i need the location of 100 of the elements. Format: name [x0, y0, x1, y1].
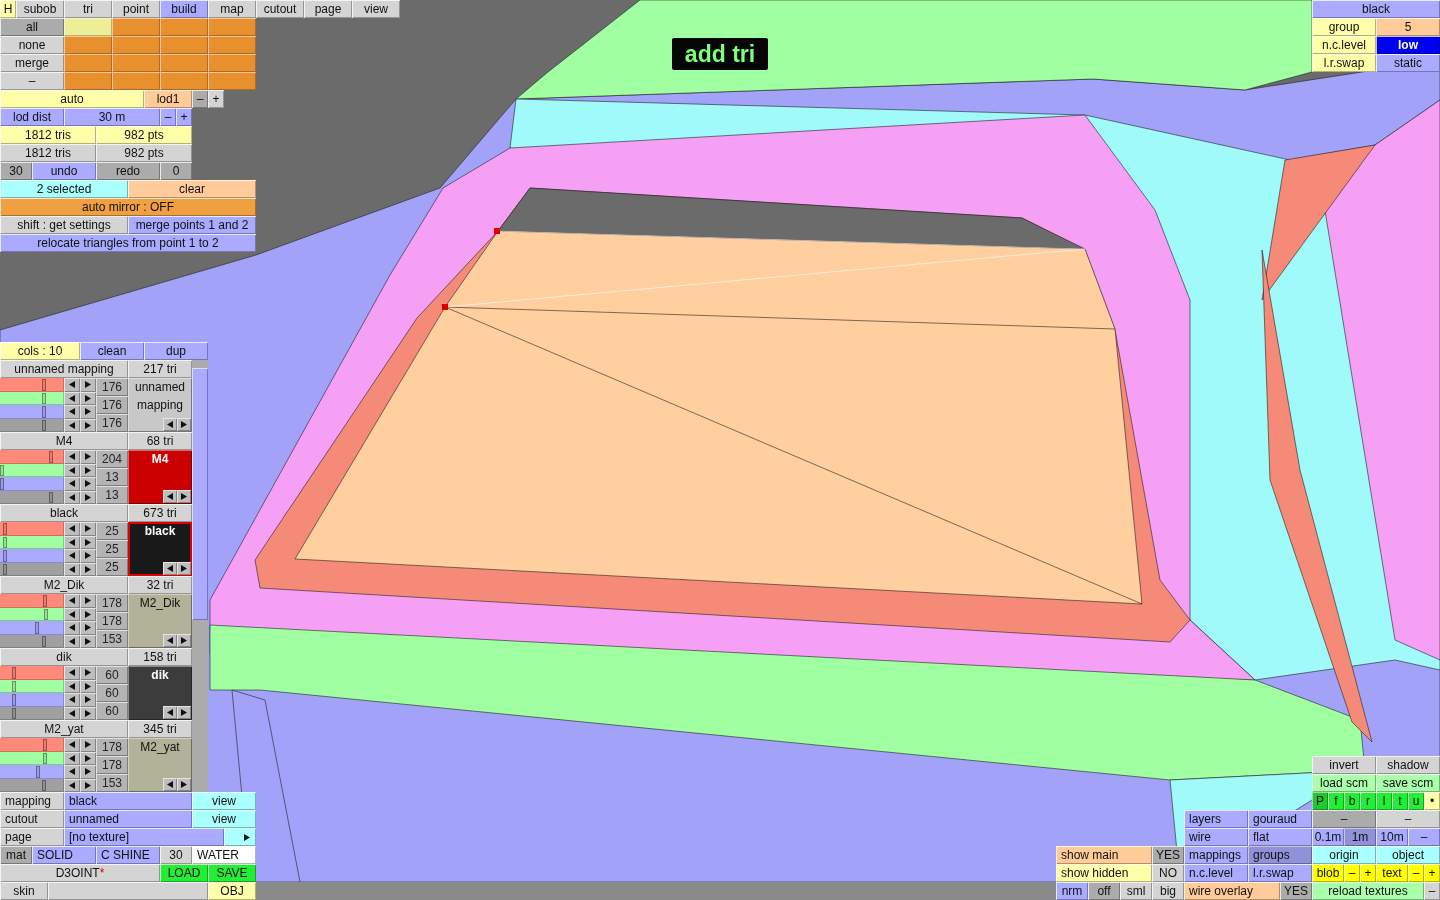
step-left-button[interactable]: [163, 418, 177, 431]
color-swatch[interactable]: [64, 18, 112, 36]
step-left-button[interactable]: [64, 378, 80, 392]
blob-button[interactable]: blob: [1312, 864, 1344, 882]
step-right-button[interactable]: [80, 594, 96, 608]
lod-level-button[interactable]: lod1: [144, 90, 192, 108]
get-settings-button[interactable]: shift : get settings: [0, 216, 128, 234]
wire-overlay-button[interactable]: wire overlay: [1184, 882, 1280, 900]
step-right-button[interactable]: [80, 450, 96, 464]
swap-button[interactable]: l.r.swap: [1248, 864, 1312, 882]
slider-thumb[interactable]: [41, 419, 46, 431]
slider-thumb[interactable]: [12, 667, 17, 679]
increment-button[interactable]: +: [176, 108, 192, 126]
color-preview[interactable]: M4: [128, 450, 192, 504]
small-button[interactable]: sml: [1120, 882, 1152, 900]
minus-button[interactable]: –: [1424, 882, 1440, 900]
color-swatch[interactable]: [64, 72, 112, 90]
next-button[interactable]: [224, 828, 256, 846]
level-button[interactable]: n.c.level: [1184, 864, 1248, 882]
file-name-field[interactable]: D3OINT*: [0, 864, 160, 882]
help-button[interactable]: H: [0, 0, 16, 18]
value-field[interactable]: 178: [96, 756, 128, 774]
mapping-name-field[interactable]: black: [64, 792, 192, 810]
step-right-button[interactable]: [177, 490, 191, 503]
color-swatch[interactable]: [112, 54, 160, 72]
show-hidden-button[interactable]: show hidden: [1056, 864, 1152, 882]
color-preview[interactable]: black: [128, 522, 192, 576]
value-field[interactable]: 176: [96, 396, 128, 414]
view-button[interactable]: view: [192, 792, 256, 810]
value-field[interactable]: 25: [96, 522, 128, 540]
slider-thumb[interactable]: [41, 779, 46, 791]
step-left-button[interactable]: [64, 621, 80, 635]
wire-button[interactable]: wire: [1184, 828, 1248, 846]
value-field[interactable]: 60: [96, 684, 128, 702]
color-swatch[interactable]: [64, 54, 112, 72]
step-left-button[interactable]: [64, 594, 80, 608]
slider-thumb[interactable]: [49, 451, 54, 463]
view-toggle-button[interactable]: t: [1392, 792, 1408, 810]
step-right-button[interactable]: [80, 405, 96, 419]
tab[interactable]: subob: [16, 0, 64, 18]
view-toggle-button[interactable]: r: [1360, 792, 1376, 810]
view-toggle-button[interactable]: u: [1408, 792, 1424, 810]
shadow-button[interactable]: shadow: [1376, 756, 1440, 774]
decrement-button[interactable]: –: [1408, 864, 1424, 882]
tab[interactable]: cutout: [256, 0, 304, 18]
step-left-button[interactable]: [64, 450, 80, 464]
slider-thumb[interactable]: [42, 406, 47, 418]
slider-thumb[interactable]: [49, 491, 54, 503]
select-none-button[interactable]: none: [0, 36, 64, 54]
value-field[interactable]: 60: [96, 702, 128, 720]
color-preview[interactable]: unnamed mapping: [128, 378, 192, 432]
big-button[interactable]: big: [1152, 882, 1184, 900]
shine-button[interactable]: C SHINE: [96, 846, 160, 864]
flat-button[interactable]: flat: [1248, 828, 1312, 846]
value-field[interactable]: 176: [96, 378, 128, 396]
step-right-button[interactable]: [80, 738, 96, 752]
solid-button[interactable]: SOLID: [32, 846, 96, 864]
decrement-button[interactable]: –: [1344, 864, 1360, 882]
grid-step-button[interactable]: 10m: [1376, 828, 1408, 846]
color-swatch[interactable]: [160, 18, 208, 36]
slider-thumb[interactable]: [0, 464, 4, 476]
slider-thumb[interactable]: [35, 622, 40, 634]
origin-button[interactable]: origin: [1312, 846, 1376, 864]
step-left-button[interactable]: [64, 738, 80, 752]
off-button[interactable]: off: [1088, 882, 1120, 900]
mappings-button[interactable]: mappings: [1184, 846, 1248, 864]
step-left-button[interactable]: [163, 562, 177, 575]
step-left-button[interactable]: [163, 706, 177, 719]
cutout-name-field[interactable]: unnamed: [64, 810, 192, 828]
step-right-button[interactable]: [80, 549, 96, 563]
slider-thumb[interactable]: [12, 680, 17, 692]
text-button[interactable]: text: [1376, 864, 1408, 882]
color-swatch[interactable]: [112, 72, 160, 90]
step-right-button[interactable]: [80, 621, 96, 635]
value-field[interactable]: 25: [96, 558, 128, 576]
object-button[interactable]: object: [1376, 846, 1440, 864]
minus-button[interactable]: –: [0, 72, 64, 90]
color-swatch[interactable]: [160, 54, 208, 72]
water-button[interactable]: WATER: [192, 846, 256, 864]
slider-thumb[interactable]: [12, 707, 17, 719]
skin-field[interactable]: [48, 882, 208, 900]
slider-thumb[interactable]: [3, 563, 8, 575]
step-left-button[interactable]: [64, 693, 80, 707]
step-right-button[interactable]: [177, 778, 191, 791]
color-preview[interactable]: M2_yat: [128, 738, 192, 792]
slider-thumb[interactable]: [0, 478, 4, 490]
increment-button[interactable]: +: [1424, 864, 1440, 882]
save-button[interactable]: SAVE: [208, 864, 256, 882]
minus-button[interactable]: –: [1408, 828, 1440, 846]
tab[interactable]: tri: [64, 0, 112, 18]
grid-step-button[interactable]: 0.1m: [1312, 828, 1344, 846]
color-swatch[interactable]: [208, 36, 256, 54]
step-right-button[interactable]: [80, 477, 96, 491]
level-button[interactable]: low: [1376, 36, 1440, 54]
view-toggle-button[interactable]: f: [1328, 792, 1344, 810]
value-field[interactable]: 204: [96, 450, 128, 468]
color-swatch[interactable]: [112, 18, 160, 36]
swap-button[interactable]: static: [1376, 54, 1440, 72]
relocate-triangles-button[interactable]: relocate triangles from point 1 to 2: [0, 234, 256, 252]
decrement-button[interactable]: –: [192, 90, 208, 108]
